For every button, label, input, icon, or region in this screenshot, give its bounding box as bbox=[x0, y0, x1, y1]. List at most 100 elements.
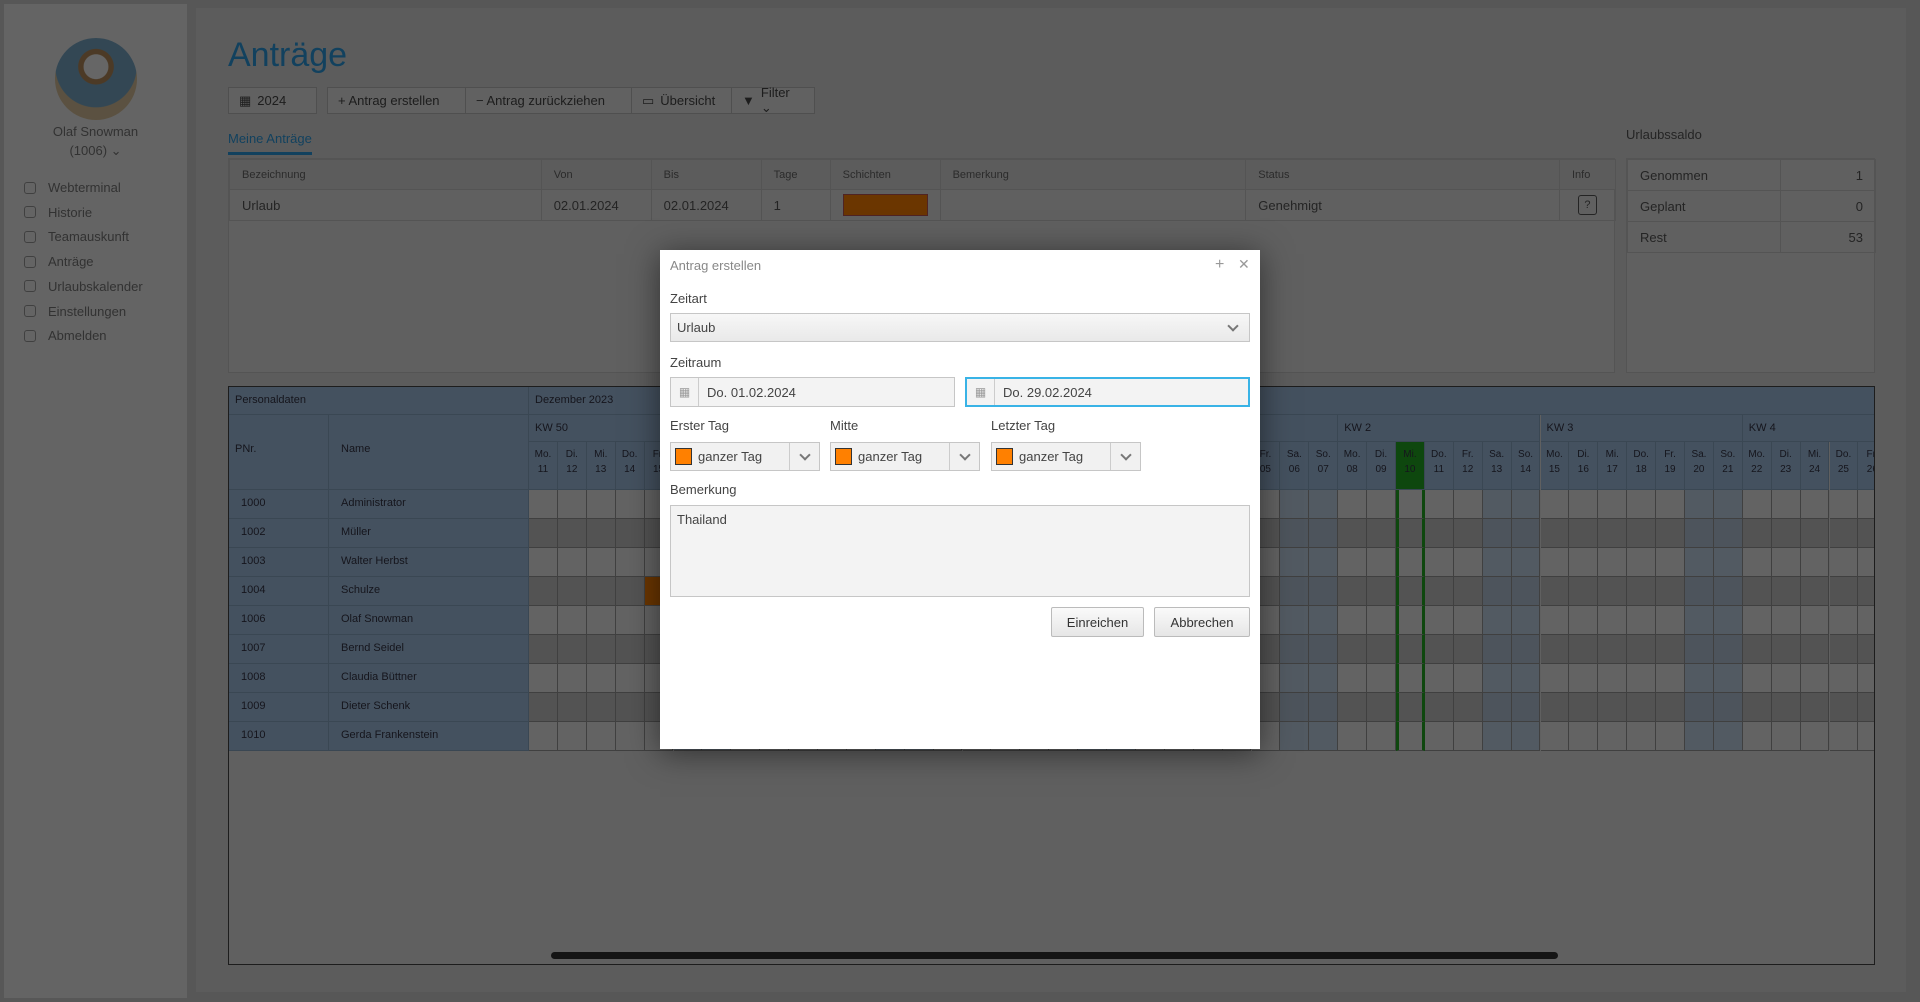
calendar-icon[interactable]: ▦ bbox=[967, 379, 995, 405]
tab-meine-antraege[interactable]: Meine Anträge bbox=[228, 131, 312, 155]
day-header[interactable]: Mo. 22 bbox=[1742, 442, 1772, 490]
day-cell[interactable] bbox=[1858, 693, 1874, 722]
day-cell[interactable] bbox=[529, 548, 558, 577]
day-cell[interactable] bbox=[1309, 664, 1339, 693]
day-cell[interactable] bbox=[1829, 722, 1859, 751]
day-cell[interactable] bbox=[1771, 693, 1801, 722]
day-cell[interactable] bbox=[1280, 548, 1310, 577]
day-cell[interactable] bbox=[1511, 519, 1541, 548]
day-cell[interactable] bbox=[1424, 693, 1454, 722]
day-cell[interactable] bbox=[1685, 664, 1714, 693]
day-cell[interactable] bbox=[615, 519, 645, 548]
day-cell[interactable] bbox=[1338, 519, 1368, 548]
day-cell[interactable] bbox=[1598, 606, 1628, 635]
day-cell[interactable] bbox=[1829, 519, 1859, 548]
day-cell[interactable] bbox=[1771, 722, 1801, 751]
column-header[interactable]: Schichten bbox=[829, 159, 941, 190]
day-header[interactable]: Di. 12 bbox=[557, 442, 587, 490]
day-cell[interactable] bbox=[1829, 548, 1859, 577]
day-cell[interactable] bbox=[1424, 548, 1454, 577]
day-cell[interactable] bbox=[1424, 519, 1454, 548]
day-cell[interactable] bbox=[1742, 548, 1772, 577]
day-header[interactable]: Mi. 17 bbox=[1598, 442, 1628, 490]
day-cell[interactable] bbox=[1800, 490, 1830, 519]
day-cell[interactable] bbox=[1800, 635, 1830, 664]
employee-name[interactable]: Walter Herbst bbox=[329, 548, 529, 577]
day-cell[interactable] bbox=[1685, 490, 1714, 519]
day-cell[interactable] bbox=[1771, 548, 1801, 577]
day-cell[interactable] bbox=[1367, 519, 1396, 548]
day-cell[interactable] bbox=[1396, 635, 1425, 664]
day-cell[interactable] bbox=[1569, 490, 1599, 519]
day-cell[interactable] bbox=[557, 635, 587, 664]
day-cell[interactable] bbox=[1367, 577, 1396, 606]
day-cell[interactable] bbox=[1540, 722, 1570, 751]
remark-textarea[interactable]: Thailand bbox=[670, 505, 1250, 597]
day-cell[interactable] bbox=[1742, 606, 1772, 635]
day-cell[interactable] bbox=[1367, 606, 1396, 635]
day-cell[interactable] bbox=[1713, 548, 1743, 577]
day-cell[interactable] bbox=[1453, 548, 1483, 577]
day-cell[interactable] bbox=[1280, 490, 1310, 519]
sidebar-item-anträge[interactable]: Anträge bbox=[24, 254, 94, 269]
info-button[interactable]: ? bbox=[1578, 195, 1597, 215]
day-cell[interactable] bbox=[1569, 519, 1599, 548]
day-cell[interactable] bbox=[1511, 606, 1541, 635]
day-header[interactable]: Di. 23 bbox=[1771, 442, 1801, 490]
day-cell[interactable] bbox=[1511, 722, 1541, 751]
filter-button[interactable]: ▼ Filter ⌄ bbox=[731, 85, 815, 115]
dropdown-toggle[interactable] bbox=[1110, 443, 1140, 470]
day-cell[interactable] bbox=[557, 577, 587, 606]
day-cell[interactable] bbox=[1309, 490, 1339, 519]
day-cell[interactable] bbox=[1598, 577, 1628, 606]
sidebar-item-einstellungen[interactable]: Einstellungen bbox=[24, 304, 126, 319]
day-cell[interactable] bbox=[1367, 664, 1396, 693]
day-cell[interactable] bbox=[1309, 635, 1339, 664]
day-cell[interactable] bbox=[615, 577, 645, 606]
day-cell[interactable] bbox=[1685, 693, 1714, 722]
day-cell[interactable] bbox=[529, 490, 558, 519]
day-header[interactable]: Mi. 13 bbox=[586, 442, 616, 490]
day-cell[interactable] bbox=[529, 519, 558, 548]
employee-name[interactable]: Schulze bbox=[329, 577, 529, 606]
day-cell[interactable] bbox=[1742, 693, 1772, 722]
day-cell[interactable] bbox=[1280, 577, 1310, 606]
day-cell[interactable] bbox=[586, 577, 616, 606]
day-cell[interactable] bbox=[1598, 519, 1628, 548]
employee-name[interactable]: Claudia Büttner bbox=[329, 664, 529, 693]
day-cell[interactable] bbox=[1713, 664, 1743, 693]
day-cell[interactable] bbox=[1656, 635, 1685, 664]
day-cell[interactable] bbox=[1656, 519, 1685, 548]
day-cell[interactable] bbox=[1396, 519, 1425, 548]
day-cell[interactable] bbox=[529, 693, 558, 722]
day-cell[interactable] bbox=[1800, 664, 1830, 693]
day-cell[interactable] bbox=[586, 693, 616, 722]
day-cell[interactable] bbox=[1569, 548, 1599, 577]
day-cell[interactable] bbox=[1627, 519, 1657, 548]
day-cell[interactable] bbox=[615, 693, 645, 722]
day-cell[interactable] bbox=[1685, 519, 1714, 548]
day-cell[interactable] bbox=[1396, 722, 1425, 751]
day-cell[interactable] bbox=[1771, 635, 1801, 664]
date-to-input[interactable]: ▦ Do. 29.02.2024 bbox=[965, 377, 1250, 407]
day-cell[interactable] bbox=[1685, 577, 1714, 606]
day-cell[interactable] bbox=[1598, 548, 1628, 577]
day-cell[interactable] bbox=[1627, 693, 1657, 722]
day-cell[interactable] bbox=[1396, 664, 1425, 693]
day-cell[interactable] bbox=[1396, 490, 1425, 519]
day-cell[interactable] bbox=[1742, 490, 1772, 519]
day-cell[interactable] bbox=[586, 664, 616, 693]
day-cell[interactable] bbox=[557, 664, 587, 693]
day-cell[interactable] bbox=[1453, 519, 1483, 548]
day-cell[interactable] bbox=[557, 519, 587, 548]
maximize-icon[interactable]: + bbox=[1215, 256, 1224, 274]
day-cell[interactable] bbox=[1453, 664, 1483, 693]
day-cell[interactable] bbox=[1713, 635, 1743, 664]
day-cell[interactable] bbox=[1482, 606, 1512, 635]
day-cell[interactable] bbox=[1540, 693, 1570, 722]
day-cell[interactable] bbox=[1742, 664, 1772, 693]
day-header[interactable]: Do. 18 bbox=[1627, 442, 1657, 490]
day-cell[interactable] bbox=[1569, 635, 1599, 664]
calendar-icon[interactable]: ▦ bbox=[671, 378, 699, 406]
day-cell[interactable] bbox=[1309, 722, 1339, 751]
